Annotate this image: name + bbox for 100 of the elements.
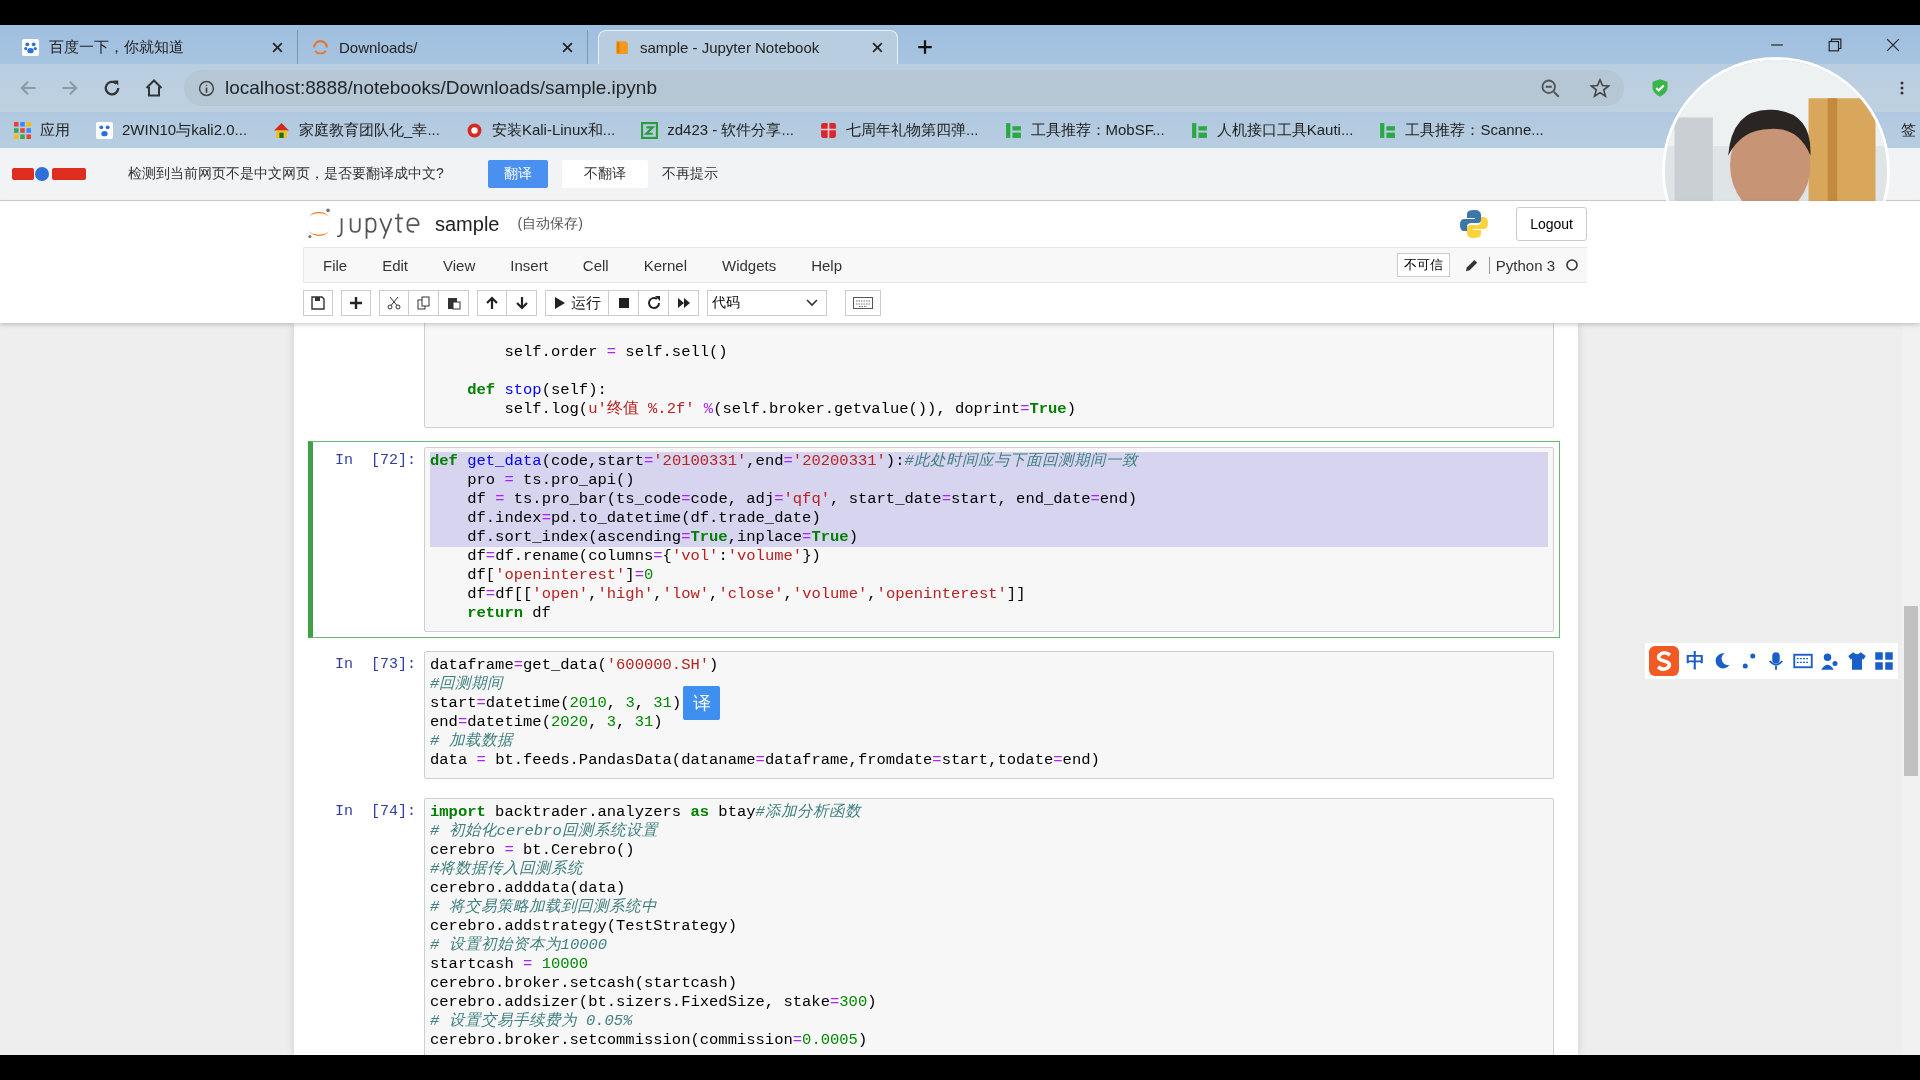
code-line: df.sort_index(ascending=True,inplace=True) — [466, 528, 858, 546]
bookmark[interactable]: 工具推荐：Scanne... — [1379, 120, 1544, 140]
menu-item[interactable]: Help — [811, 256, 843, 274]
grid-icon[interactable] — [1874, 651, 1894, 671]
close-icon[interactable] — [872, 42, 883, 53]
address-bar[interactable]: localhost:8888/notebooks/Downloads/sample.ipynb — [184, 70, 1624, 106]
code-cell[interactable]: In [73]: dataframe=get_data('600000.SH') #回测期间 start=datetime(2010, 3, 31) 译 end=datetime(2020, 3, 31) # 加载数据 data = bt.feeds.PandasData(dataname=dataframe,fromdate=start,todate=end) — [308, 645, 1560, 785]
browser-tab[interactable]: sample - Jupyter Notebook — [598, 30, 898, 64]
shirt-icon[interactable] — [1847, 651, 1867, 671]
info-icon — [198, 79, 215, 97]
zoom-out-icon[interactable] — [1540, 78, 1560, 98]
bookmark[interactable]: 安装Kali-Linux和... — [465, 120, 616, 140]
restore-icon[interactable] — [1828, 37, 1842, 52]
move-down-button[interactable] — [507, 290, 537, 316]
users-icon[interactable] — [1820, 651, 1840, 671]
microphone-icon[interactable] — [1766, 651, 1786, 671]
code-line: df = ts.pro_bar(ts_code=code, adj='qfq', start_date=start, end_date=end) — [466, 490, 1138, 508]
bookmark[interactable]: 家庭教育团队化_幸... — [273, 120, 440, 140]
code-line: cerebro.addstrategy(TestStrategy) — [430, 917, 737, 935]
code-line: start=datetime(2010, 3, 31) — [430, 694, 682, 712]
keyboard-icon[interactable] — [1793, 651, 1813, 671]
code-line: import backtrader.analyzers as btay#添加分析函数 — [430, 803, 861, 821]
browser-tab[interactable]: 百度一下，你就知道 — [8, 30, 298, 64]
restart-button[interactable] — [639, 290, 669, 316]
pencil-icon[interactable] — [1463, 257, 1479, 273]
bookmark[interactable]: 工具推荐：MobSF... — [1004, 120, 1165, 140]
menu-item[interactable]: Cell — [582, 256, 609, 274]
code-line: cerebro.broker.setcash(startcash) — [430, 974, 737, 992]
save-button[interactable] — [303, 290, 333, 316]
bookmark[interactable]: 签 — [1901, 120, 1916, 140]
code-line: # 设置初始资本为10000 — [430, 936, 608, 954]
menu-item[interactable]: Widgets — [722, 256, 777, 274]
fox-icon — [465, 121, 483, 139]
dont-translate-button[interactable]: 不翻译 — [561, 160, 648, 188]
copy-icon — [416, 296, 431, 310]
autosave-status: (自动保存) — [517, 215, 583, 233]
shield-icon[interactable] — [1650, 78, 1670, 98]
keyboard-button[interactable] — [845, 290, 881, 316]
add-cell-button[interactable] — [341, 290, 371, 316]
z-icon — [641, 121, 659, 139]
code-editor[interactable] — [424, 447, 1554, 632]
save-icon — [311, 296, 325, 310]
never-show-link[interactable]: 不再提示 — [661, 165, 718, 183]
bars-icon — [1004, 121, 1022, 139]
menu-item[interactable]: Edit — [382, 256, 409, 274]
restart-icon — [646, 296, 661, 310]
code-line: cerebro.adddata(data) — [430, 879, 626, 897]
house-icon — [273, 121, 291, 139]
trust-button[interactable]: 不可信 — [1396, 253, 1450, 277]
stop-icon — [616, 296, 631, 310]
new-tab-icon[interactable] — [916, 38, 934, 56]
fast-forward-button[interactable] — [669, 290, 699, 316]
menu-item[interactable]: File — [323, 256, 348, 274]
menu-item[interactable]: View — [443, 256, 476, 274]
notebook-icon — [613, 39, 630, 56]
ime-mode[interactable]: 中 — [1686, 648, 1705, 674]
arrow-down-icon — [514, 296, 529, 310]
scrollbar-thumb[interactable] — [1904, 606, 1918, 776]
bookmark[interactable]: 应用 — [14, 120, 70, 140]
code-line: def stop(self): — [466, 381, 607, 399]
code-editor[interactable]: dataframe=get_data('600000.SH') #回测期间 start=datetime(2010, 3, 31) 译 end=datetime(2020, 3, 31) # 加载数据 data = bt.feeds.PandasData(dataname=dataframe,fromdate=start,todate=end) — [424, 651, 1554, 779]
bookmark[interactable]: zd423 - 软件分享... — [641, 120, 794, 140]
code-line: # 初始化cerebro回测系统设置 — [430, 822, 658, 840]
bookmark[interactable]: 2WIN10与kali2.0... — [96, 120, 248, 140]
close-icon[interactable] — [272, 41, 283, 53]
star-icon[interactable] — [1590, 78, 1610, 98]
paste-button[interactable] — [439, 290, 469, 316]
code-line: df=df.rename(columns={'vol':'volume'}) — [466, 547, 821, 565]
translate-prompt: 检测到当前网页不是中文网页，是否要翻译成中文? — [128, 165, 444, 183]
menu-item[interactable]: Insert — [510, 256, 548, 274]
input-prompt: In [74]: — [335, 803, 416, 820]
scissors-icon — [387, 296, 401, 310]
bookmark[interactable]: 人机接口工具Kauti... — [1190, 120, 1354, 140]
notebook-name[interactable]: sample — [435, 212, 500, 236]
code-line: df=df[['open','high','low','close','volume','openinterest']] — [466, 585, 1026, 603]
close-icon[interactable] — [562, 41, 573, 53]
apps-grid-icon — [14, 121, 31, 139]
cell-type-select[interactable]: 代码 — [707, 290, 827, 316]
input-prompt: In [72]: — [335, 452, 416, 469]
stop-button[interactable] — [609, 290, 639, 316]
close-icon[interactable] — [1886, 37, 1900, 52]
menu-item[interactable]: Kernel — [643, 256, 687, 274]
run-button[interactable]: 运行 — [545, 290, 609, 316]
plus-icon — [349, 296, 363, 310]
code-line: # 加载数据 — [430, 732, 513, 750]
input-prompt: In [73]: — [335, 656, 416, 673]
play-icon — [553, 296, 567, 310]
bookmark[interactable]: 七周年礼物第四弹... — [820, 120, 979, 140]
code-line: dataframe=get_data('600000.SH') — [430, 656, 719, 674]
logout-button[interactable]: Logout — [1516, 207, 1587, 241]
python-logo — [1458, 208, 1491, 240]
cut-button[interactable] — [379, 290, 409, 316]
kernel-idle-icon — [1565, 258, 1579, 272]
fast-forward-icon — [676, 296, 691, 310]
menu-icon[interactable] — [1900, 80, 1904, 96]
code-line: pro = ts.pro_api() — [466, 471, 635, 489]
browser-tab[interactable]: Downloads/ — [298, 30, 588, 64]
move-up-button[interactable] — [477, 290, 507, 316]
code-line: #将数据传入回测系统 — [430, 860, 584, 878]
code-cell[interactable] — [308, 441, 1560, 638]
